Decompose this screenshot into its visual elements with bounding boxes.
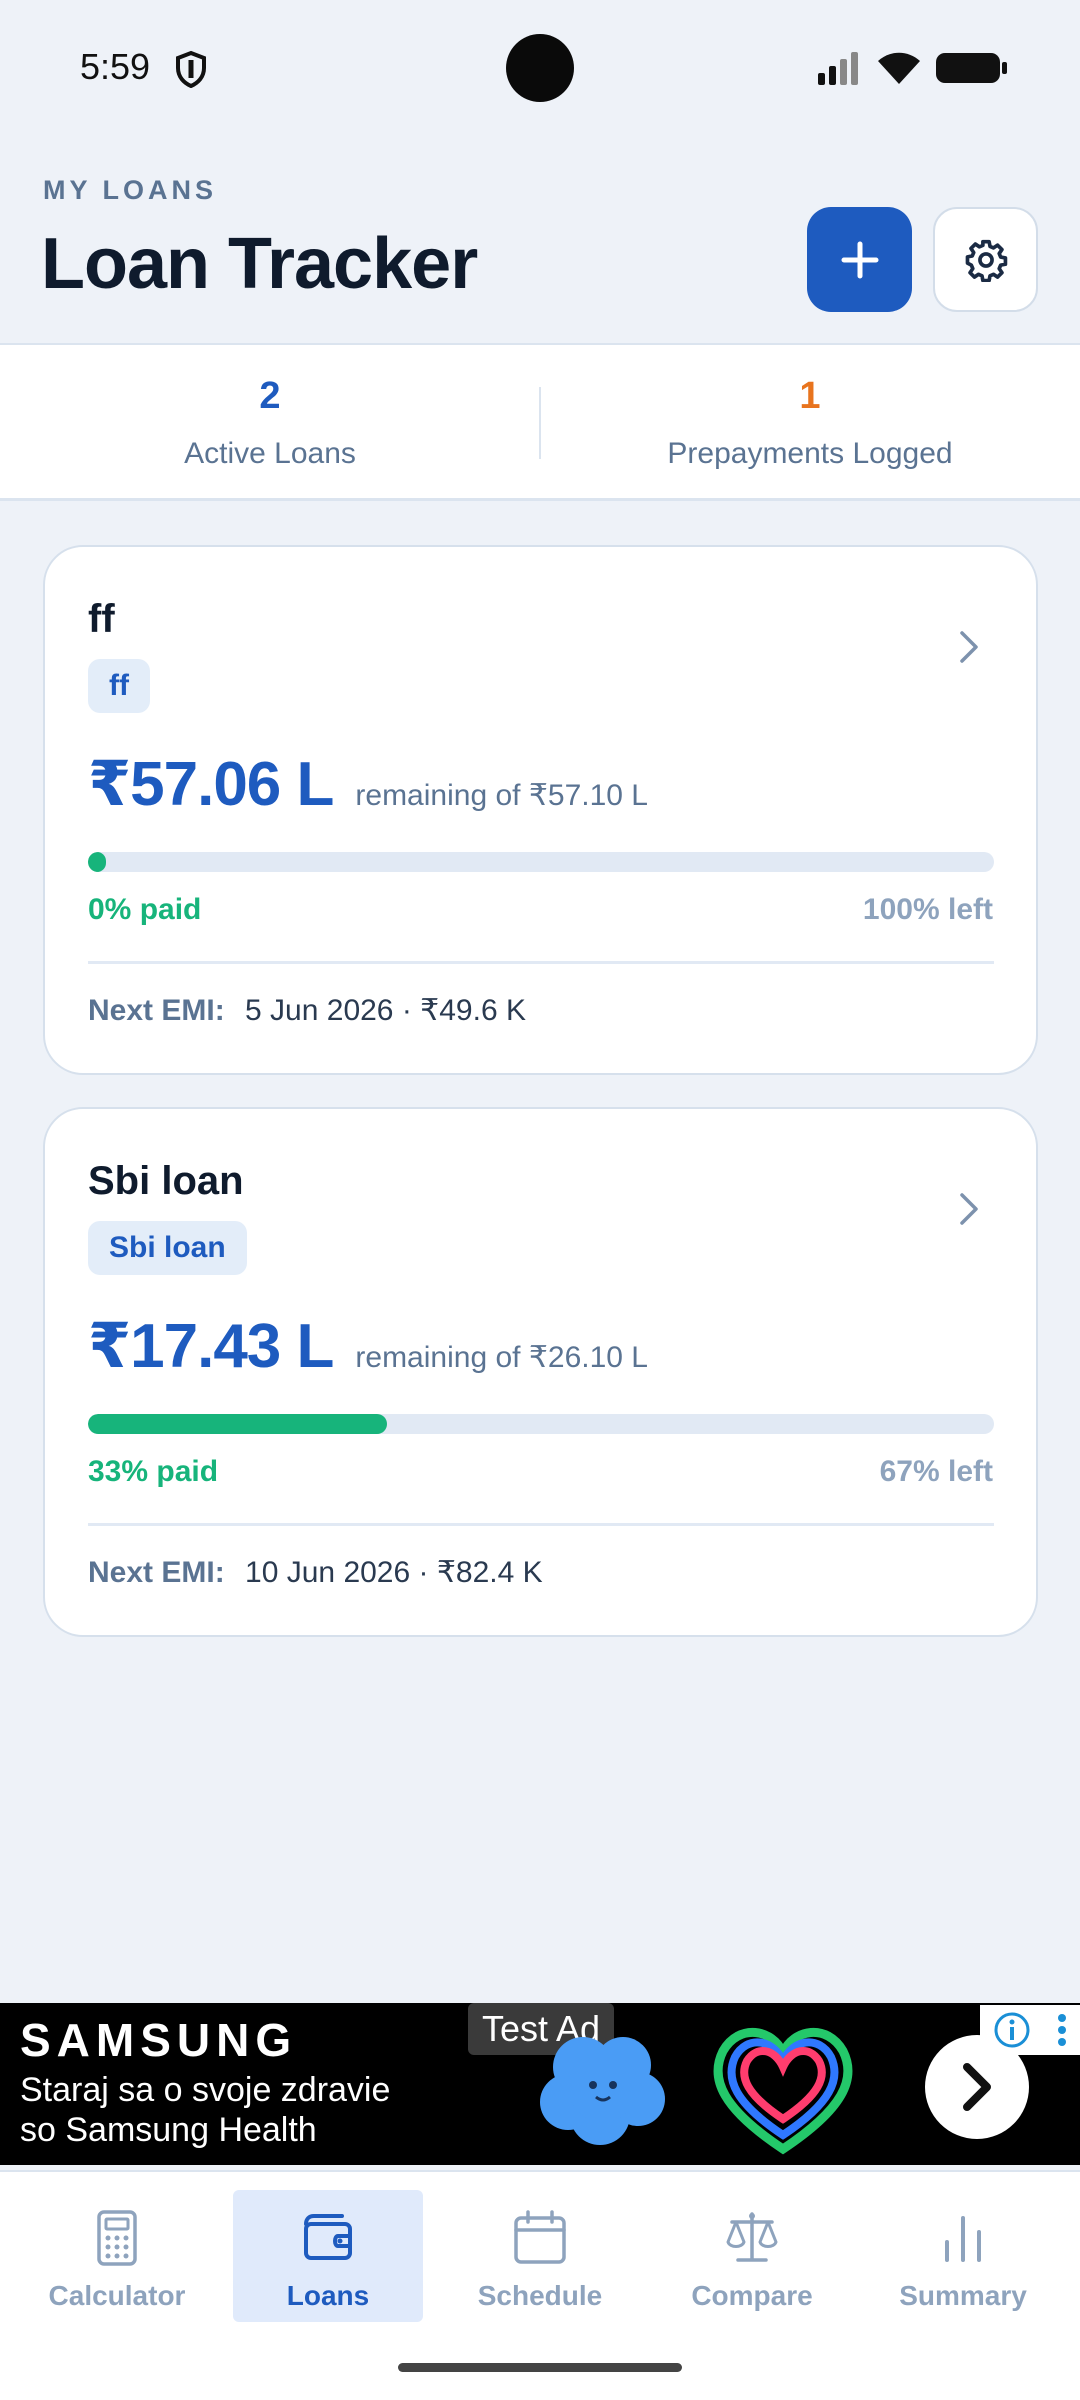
next-emi-value: 10 Jun 2026 · ₹82.4 K: [245, 1556, 543, 1589]
ad-text-line: Staraj sa o svoje zdravie: [20, 2071, 391, 2109]
add-loan-button[interactable]: [807, 207, 912, 312]
loan-chip: Sbi loan: [88, 1221, 247, 1275]
prepayments-stat: 1 Prepayments Logged: [540, 345, 1080, 501]
active-loans-label: Active Loans: [184, 437, 356, 470]
card-divider: [88, 1523, 994, 1526]
plus-icon: [841, 241, 878, 278]
calculator-icon: [97, 2210, 137, 2266]
loan-name: ff: [88, 597, 115, 641]
next-emi-label: Next EMI:: [88, 1556, 225, 1589]
chevron-right-icon: [960, 631, 978, 663]
card-divider: [88, 961, 994, 964]
page-title: Loan Tracker: [41, 224, 478, 304]
status-icons: [816, 48, 1008, 88]
battery-icon: [936, 53, 1007, 83]
page-header: MY LOANS Loan Tracker: [0, 135, 1080, 345]
nav-label: Calculator: [48, 2280, 186, 2311]
next-emi-row: Next EMI: 5 Jun 2026 · ₹49.6 K: [88, 993, 526, 1028]
ad-brand: SAMSUNG: [20, 2014, 298, 2066]
nav-summary[interactable]: Summary: [868, 2190, 1058, 2322]
wallet-icon: [304, 2214, 352, 2260]
nav-loans[interactable]: Loans: [233, 2190, 423, 2322]
next-emi-row: Next EMI: 10 Jun 2026 · ₹82.4 K: [88, 1555, 543, 1590]
loan-progress-bar: [88, 1414, 994, 1434]
heart-icon: [713, 2028, 853, 2155]
loan-progress-fill: [88, 852, 106, 872]
loan-remaining-amount: ₹57.06 L: [88, 750, 334, 819]
nav-label: Summary: [899, 2280, 1027, 2311]
ad-text-line: so Samsung Health: [20, 2111, 317, 2149]
calendar-icon: [514, 2210, 566, 2264]
ad-choices[interactable]: [980, 2005, 1080, 2055]
nav-label: Loans: [286, 2280, 370, 2311]
signal-icon: [818, 52, 858, 85]
shield-icon: [176, 50, 206, 88]
more-vertical-icon[interactable]: [1055, 2010, 1069, 2050]
prepayments-label: Prepayments Logged: [667, 437, 953, 470]
loan-left-label: 100% left: [862, 893, 993, 926]
home-indicator[interactable]: [398, 2363, 682, 2372]
loan-amount-row: ₹57.06 L remaining of ₹57.10 L: [88, 747, 648, 820]
settings-button[interactable]: [933, 207, 1038, 312]
loan-name: Sbi loan: [88, 1159, 244, 1203]
nav-label: Compare: [691, 2280, 813, 2311]
active-loans-stat: 2 Active Loans: [0, 345, 540, 501]
loan-total-amount: remaining of ₹26.10 L: [355, 1341, 648, 1374]
nav-label: Schedule: [477, 2280, 603, 2311]
gear-icon: [965, 239, 1007, 282]
active-loans-count: 2: [259, 375, 281, 417]
loan-paid-label: 0% paid: [88, 893, 202, 926]
loan-total-amount: remaining of ₹57.10 L: [355, 779, 648, 812]
loan-progress-fill: [88, 1414, 387, 1434]
loan-amount-row: ₹17.43 L remaining of ₹26.10 L: [88, 1309, 648, 1382]
loan-card[interactable]: ff ff ₹57.06 L remaining of ₹57.10 L 0% …: [43, 545, 1038, 1075]
scale-icon: [726, 2212, 778, 2262]
stats-bar: 2 Active Loans 1 Prepayments Logged: [0, 345, 1080, 501]
ad-banner[interactable]: SAMSUNG Staraj sa o svoje zdravie so Sam…: [0, 2003, 1080, 2165]
prepayments-count: 1: [799, 375, 821, 417]
loan-progress-bar: [88, 852, 994, 872]
cloud-mascot-icon: [540, 2037, 665, 2145]
chevron-right-icon: [960, 1193, 978, 1225]
nav-compare[interactable]: Compare: [657, 2190, 847, 2322]
loan-left-label: 67% left: [879, 1455, 993, 1488]
chevron-right-icon: [963, 2063, 991, 2111]
next-emi-label: Next EMI:: [88, 994, 225, 1027]
loan-card[interactable]: Sbi loan Sbi loan ₹17.43 L remaining of …: [43, 1107, 1038, 1637]
loan-chip: ff: [88, 659, 150, 713]
info-icon[interactable]: [992, 2010, 1032, 2050]
page-eyebrow: MY LOANS: [43, 175, 218, 205]
front-camera: [506, 34, 574, 102]
bar-chart-icon: [945, 2216, 981, 2262]
status-bar: 5:59: [0, 0, 1080, 135]
loan-remaining-amount: ₹17.43 L: [88, 1312, 334, 1381]
nav-calculator[interactable]: Calculator: [22, 2190, 212, 2322]
status-time: 5:59: [80, 46, 151, 87]
nav-schedule[interactable]: Schedule: [445, 2190, 635, 2322]
wifi-icon: [878, 52, 920, 84]
loan-paid-label: 33% paid: [88, 1455, 219, 1488]
next-emi-value: 5 Jun 2026 · ₹49.6 K: [245, 994, 526, 1027]
